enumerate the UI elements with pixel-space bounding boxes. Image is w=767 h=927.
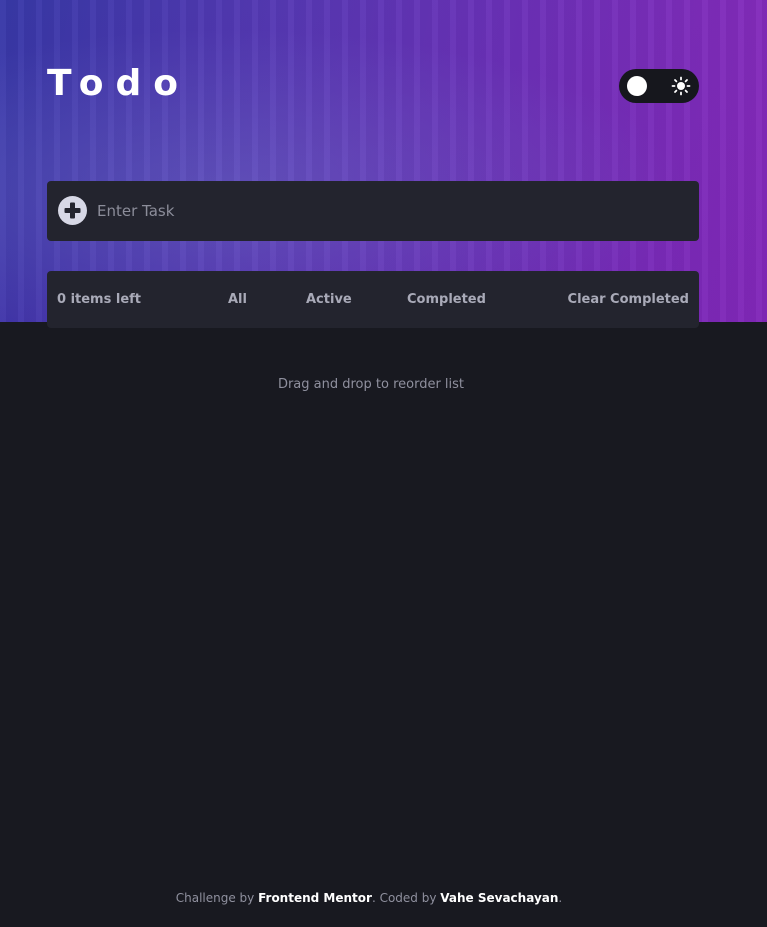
attribution-suffix: .: [558, 891, 563, 905]
clear-completed-button[interactable]: Clear Completed: [568, 291, 689, 308]
task-input[interactable]: [97, 191, 677, 231]
new-task-bar: [47, 181, 699, 241]
author-link[interactable]: Vahe Sevachayan: [440, 891, 558, 905]
theme-toggle[interactable]: [619, 69, 699, 103]
frontend-mentor-link[interactable]: Frontend Mentor: [258, 891, 372, 905]
filter-active-button[interactable]: Active: [306, 291, 352, 308]
filter-completed-button[interactable]: Completed: [407, 291, 486, 308]
app-title: Todo: [47, 63, 191, 104]
sun-icon: [671, 76, 691, 96]
reorder-hint: Drag and drop to reorder list: [277, 377, 465, 392]
attribution: Challenge by Frontend Mentor. Coded by V…: [0, 891, 738, 905]
attribution-prefix: Challenge by: [175, 891, 259, 905]
filter-bar: 0 items left All Active Completed Clear …: [47, 271, 699, 328]
toggle-knob: [627, 76, 647, 96]
attribution-middle: . Coded by: [371, 891, 441, 905]
items-left-count: 0 items left: [57, 292, 142, 307]
filter-all-button[interactable]: All: [228, 291, 247, 308]
plus-circle-icon[interactable]: [58, 196, 87, 225]
